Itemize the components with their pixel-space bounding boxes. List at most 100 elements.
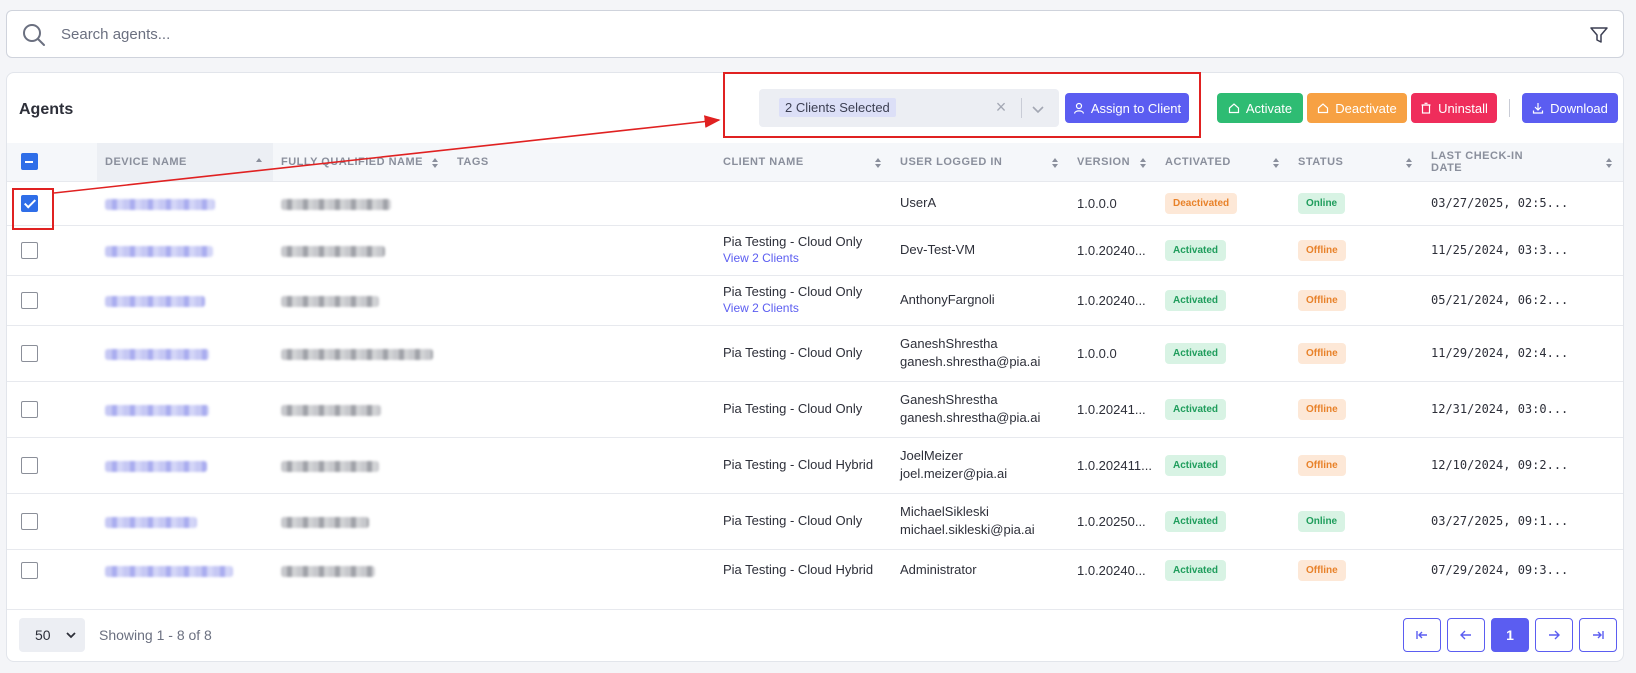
table-row[interactable]: Pia Testing - Cloud Only GaneshShrestha g… (7, 380, 1623, 437)
deactivate-label: Deactivate (1335, 100, 1397, 116)
search-icon (23, 24, 45, 46)
status-badge: Online (1298, 510, 1346, 532)
redacted-device-name[interactable] (105, 516, 197, 528)
status-cell: Online (1290, 180, 1423, 225)
column-fqdn[interactable]: FULLY QUALIFIED NAME (273, 143, 449, 181)
tags-cell (449, 548, 715, 591)
column-device-name[interactable]: DEVICE NAME (97, 143, 273, 181)
showing-count: Showing 1 - 8 of 8 (99, 627, 212, 643)
user-cell: UserA (892, 180, 1069, 225)
uninstall-label: Uninstall (1438, 100, 1488, 116)
redacted-fqdn (281, 245, 385, 257)
activated-cell: Activated (1157, 548, 1290, 591)
fqdn-cell (273, 492, 449, 549)
status-badge: Offline (1298, 239, 1346, 261)
search-input[interactable] (61, 21, 1541, 47)
version-cell: 1.0.20241... (1069, 380, 1157, 437)
status-badge: Offline (1298, 289, 1346, 311)
deactivate-button[interactable]: Deactivate (1307, 93, 1407, 123)
row-checkbox[interactable] (21, 512, 38, 530)
view-clients-link[interactable]: View 2 Clients (723, 250, 892, 266)
page-title: Agents (19, 101, 74, 118)
redacted-device-name[interactable] (105, 198, 215, 210)
row-select-cell (7, 274, 97, 325)
column-label: DEVICE NAME (105, 155, 187, 168)
table-row[interactable]: Pia Testing - Cloud Hybrid JoelMeizer joe… (7, 436, 1623, 493)
table-row[interactable]: Pia Testing - Cloud Only MichaelSikleski… (7, 492, 1623, 549)
column-last-checkin[interactable]: LAST CHECK-IN DATE (1423, 143, 1623, 181)
checkin-cell: 11/25/2024, 03:3... (1423, 224, 1623, 275)
redacted-device-name[interactable] (105, 348, 209, 360)
activated-cell: Activated (1157, 380, 1290, 437)
column-label: USER LOGGED IN (900, 155, 1003, 168)
device-name-cell (97, 224, 273, 275)
activate-button[interactable]: Activate (1217, 93, 1303, 123)
sort-icon (1606, 158, 1612, 168)
download-button[interactable]: Download (1522, 93, 1618, 123)
next-page-button[interactable] (1535, 618, 1573, 652)
row-checkbox[interactable] (21, 561, 38, 579)
uninstall-button[interactable]: Uninstall (1411, 93, 1497, 123)
sort-icon (256, 158, 262, 162)
column-label: LAST CHECK-IN DATE (1431, 149, 1524, 174)
column-client-name[interactable]: CLIENT NAME (715, 143, 892, 181)
per-page-select[interactable]: 50 (19, 618, 85, 652)
checkin-cell: 03/27/2025, 09:1... (1423, 492, 1623, 549)
select-all-checkbox[interactable] (21, 153, 38, 171)
device-name-cell (97, 380, 273, 437)
chevron-down-icon (66, 632, 76, 639)
client-cell: Pia Testing - Cloud Only (715, 380, 892, 437)
table-row[interactable]: Pia Testing - Cloud Only View 2 Clients A… (7, 274, 1623, 325)
checkin-cell: 03/27/2025, 02:5... (1423, 180, 1623, 225)
row-checkbox[interactable] (21, 456, 38, 474)
redacted-fqdn (281, 565, 375, 577)
first-page-icon (1416, 631, 1427, 639)
page-button-current[interactable]: 1 (1491, 618, 1529, 652)
table-row[interactable]: UserA 1.0.0.0 Deactivated Online 03/27/2… (7, 180, 1623, 225)
activated-cell: Deactivated (1157, 180, 1290, 225)
user-cell: AnthonyFargnoli (892, 274, 1069, 325)
client-name: Pia Testing - Cloud Only (723, 401, 863, 416)
status-cell: Offline (1290, 380, 1423, 437)
user-name: AnthonyFargnoli (900, 292, 995, 307)
table-row[interactable]: Pia Testing - Cloud Only GaneshShrestha g… (7, 324, 1623, 381)
activated-cell: Activated (1157, 224, 1290, 275)
device-name-cell (97, 180, 273, 225)
row-checkbox[interactable] (21, 400, 38, 418)
client-name: Pia Testing - Cloud Only (723, 345, 863, 360)
version-cell: 1.0.0.0 (1069, 180, 1157, 225)
view-clients-link[interactable]: View 2 Clients (723, 300, 892, 316)
redacted-device-name[interactable] (105, 460, 207, 472)
row-checkbox[interactable] (21, 344, 38, 362)
redacted-device-name[interactable] (105, 245, 213, 257)
column-label: ACTIVATED (1165, 155, 1231, 168)
column-user[interactable]: USER LOGGED IN (892, 143, 1069, 181)
redacted-fqdn (281, 404, 381, 416)
column-version[interactable]: VERSION (1069, 143, 1157, 181)
user-cell: GaneshShrestha ganesh.shrestha@pia.ai (892, 324, 1069, 381)
device-name-cell (97, 548, 273, 591)
column-label: FULLY QUALIFIED NAME (281, 155, 424, 168)
last-page-button[interactable] (1579, 618, 1617, 652)
user-name: Dev-Test-VM (900, 242, 976, 257)
tags-cell (449, 180, 715, 225)
table-row[interactable]: Pia Testing - Cloud Only View 2 Clients D… (7, 224, 1623, 275)
first-page-button[interactable] (1403, 618, 1441, 652)
column-status[interactable]: STATUS (1290, 143, 1423, 181)
activation-badge: Activated (1165, 510, 1227, 532)
download-icon (1532, 103, 1544, 114)
column-tags: TAGS (449, 143, 715, 181)
row-select-cell (7, 324, 97, 381)
redacted-device-name[interactable] (105, 295, 205, 307)
filter-icon[interactable] (1589, 25, 1609, 45)
row-checkbox[interactable] (21, 291, 38, 309)
row-checkbox[interactable] (21, 241, 38, 259)
prev-page-button[interactable] (1447, 618, 1485, 652)
client-cell: Pia Testing - Cloud Only View 2 Clients (715, 274, 892, 325)
column-activated[interactable]: ACTIVATED (1157, 143, 1290, 181)
table-row[interactable]: Pia Testing - Cloud Hybrid Administrator… (7, 548, 1623, 591)
redacted-device-name[interactable] (105, 404, 209, 416)
client-cell: Pia Testing - Cloud Only (715, 492, 892, 549)
activated-cell: Activated (1157, 492, 1290, 549)
redacted-device-name[interactable] (105, 565, 233, 577)
